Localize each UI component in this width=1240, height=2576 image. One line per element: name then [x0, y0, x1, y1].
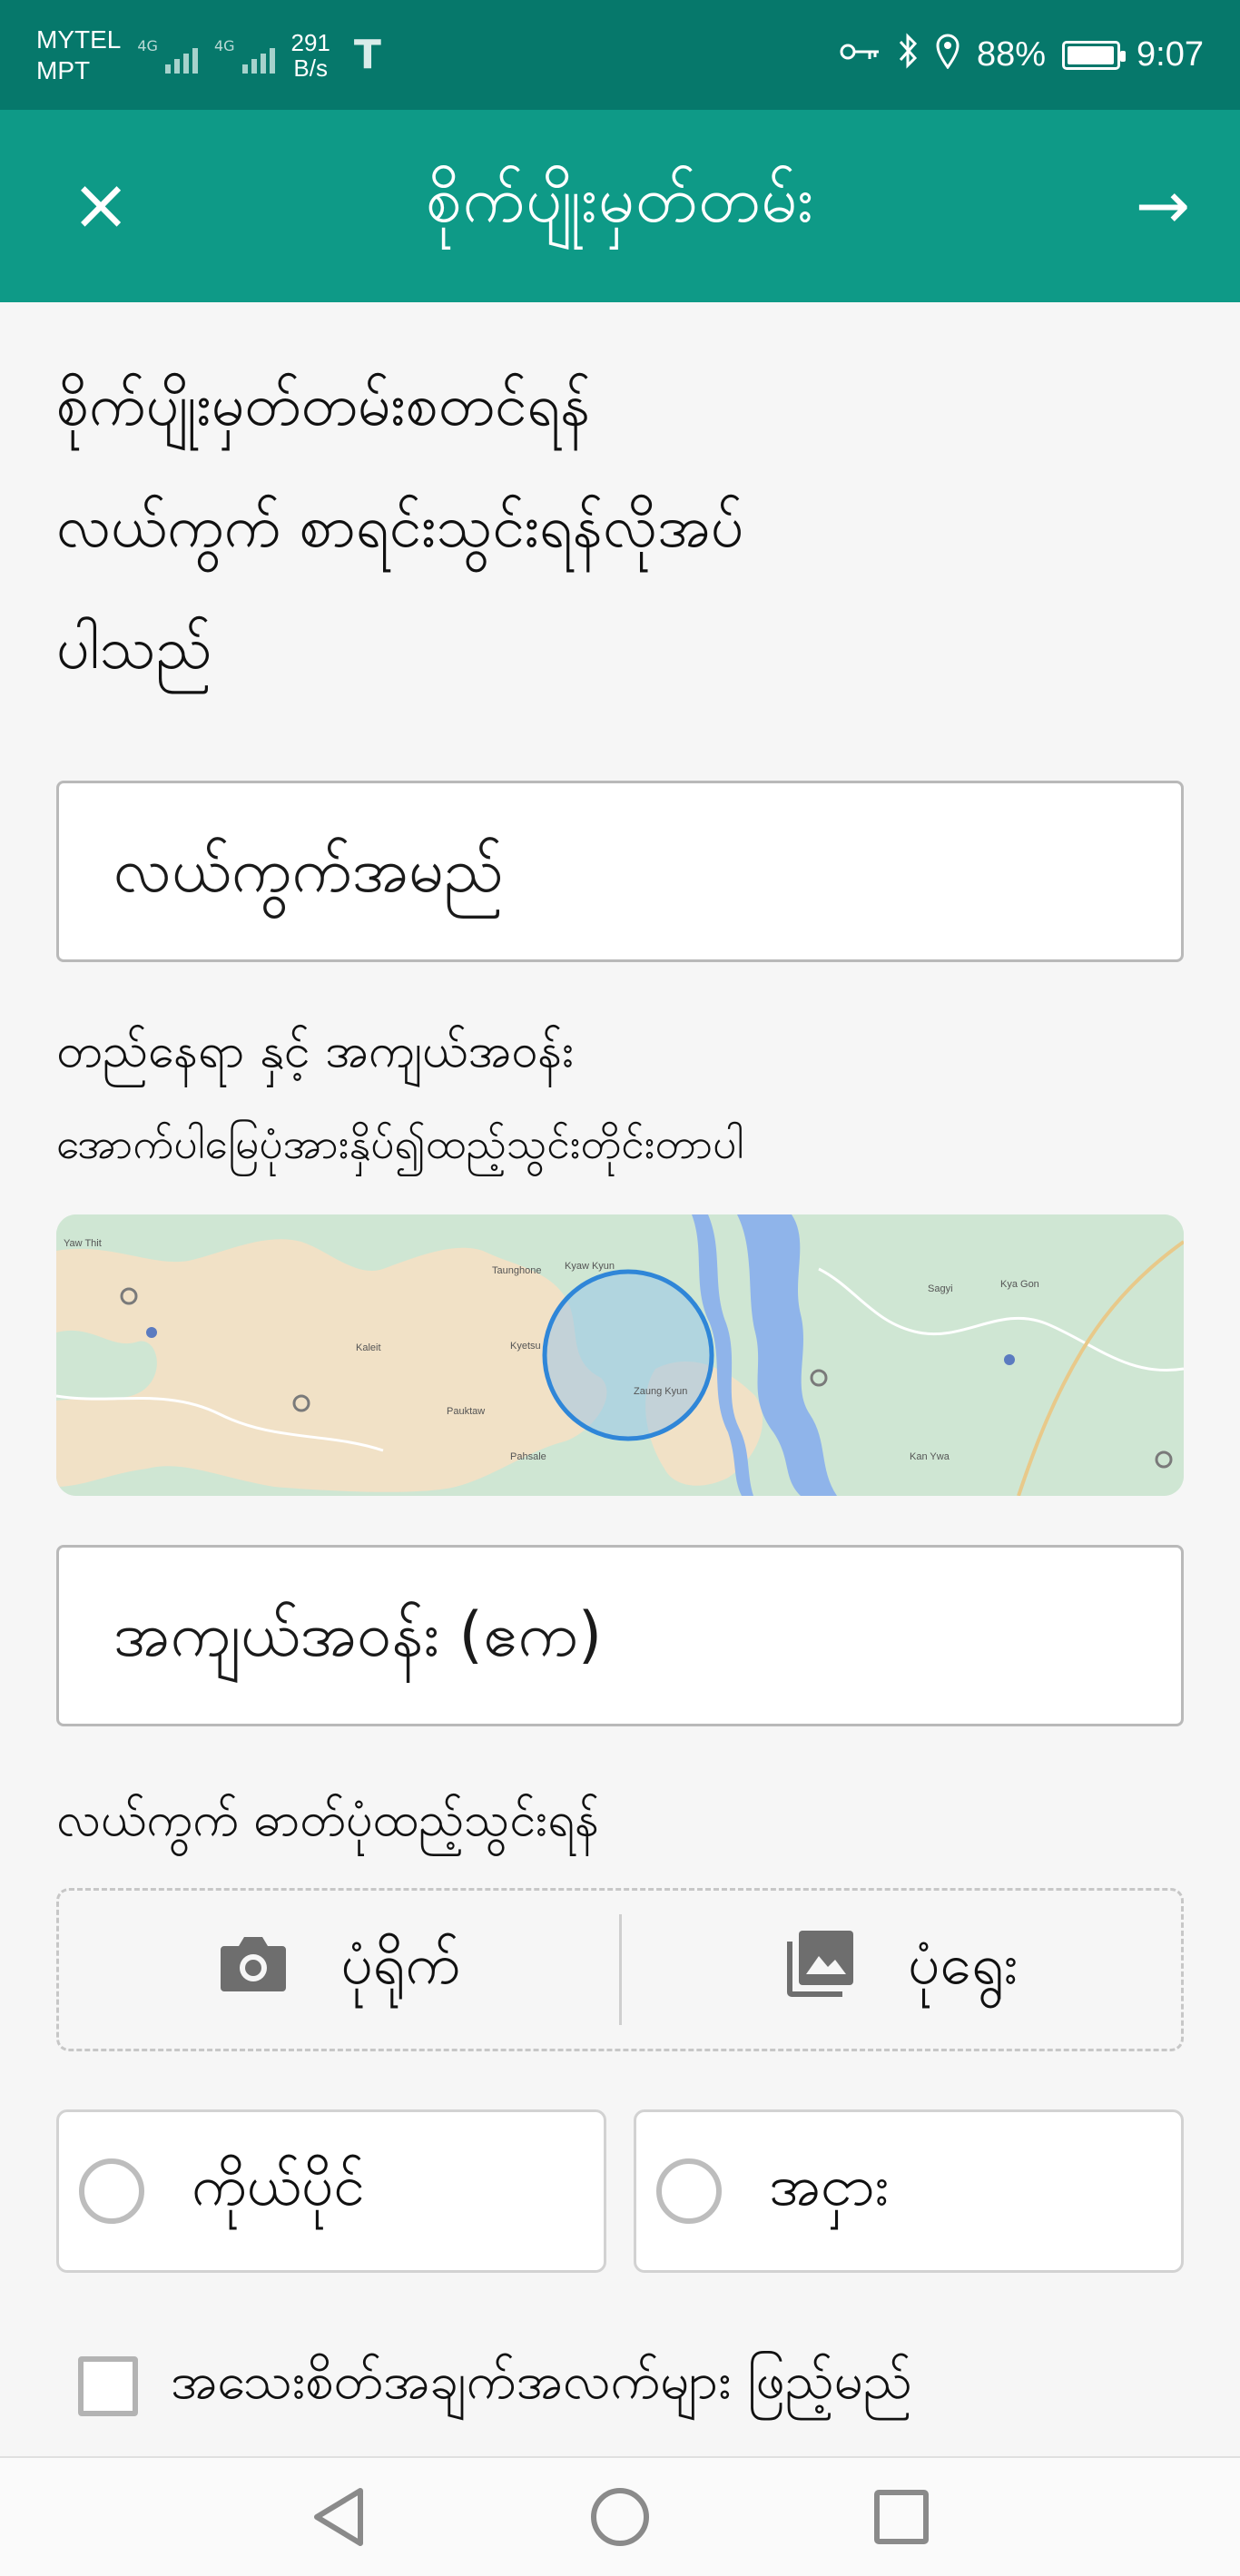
details-checkbox-label: အသေးစိတ်အချက်အလက်များ ဖြည့်မည် [171, 2352, 912, 2411]
photo-picker: ပုံရိုက် ပုံရွေး [56, 1888, 1184, 2051]
battery-icon [1062, 40, 1127, 70]
take-photo-label: ပုံရိုက် [340, 1930, 461, 1997]
network-type-1: 4G [137, 36, 158, 54]
back-button[interactable] [298, 2476, 379, 2558]
radio-circle-own[interactable] [79, 2158, 144, 2224]
map-label-7: Pahsale [510, 1451, 546, 1462]
map-label-4: Kaleit [356, 1342, 381, 1353]
radio-circle-rent[interactable] [656, 2158, 722, 2224]
network-type-2: 4G [213, 36, 235, 54]
radio-rent[interactable]: အငှား [634, 2109, 1184, 2273]
camera-icon [217, 1932, 290, 2009]
gallery-icon [784, 1927, 857, 2013]
location-icon [935, 33, 960, 77]
field-name-input[interactable]: လယ်ကွက်အမည် [56, 781, 1184, 962]
battery-fill [1068, 45, 1115, 64]
take-photo-button[interactable]: ပုံရိုက် [59, 1891, 619, 2049]
radio-own[interactable]: ကိုယ်ပိုင် [56, 2109, 606, 2273]
intro-text: စိုက်ပျိုးမှတ်တမ်းစတင်ရန် လယ်ကွက် စာရင်း… [56, 345, 1182, 710]
bluetooth-icon [897, 33, 919, 77]
details-checkbox-row[interactable]: အသေးစိတ်အချက်အလက်များ ဖြည့်မည် [78, 2349, 912, 2424]
battery-percent: 88% [976, 35, 1047, 74]
photo-label: လယ်ကွက် ဓာတ်ပုံထည့်သွင်းရန် [56, 1793, 600, 1847]
location-hint: အောက်ပါမြေပုံအားနှိပ်၍ထည့်သွင်းတိုင်းတာပ… [56, 1119, 744, 1168]
back-triangle-icon [314, 2488, 363, 2546]
map-label-1: Taunghone [492, 1265, 541, 1276]
area-placeholder: အကျယ်အဝန်း (ဧက) [113, 1599, 603, 1671]
radio-own-label: ကိုယ်ပိုင် [192, 2151, 365, 2218]
intro-line-1: စိုက်ပျိုးမှတ်တမ်းစတင်ရန် [56, 372, 591, 439]
signal-icon-2: 4G [214, 37, 275, 74]
recents-button[interactable] [861, 2476, 942, 2558]
map-label-9: Sagyi [928, 1283, 953, 1294]
choose-photo-button[interactable]: ပုံရွေး [622, 1891, 1182, 2049]
map-view[interactable]: Yaw Thit Taunghone Kyaw Kyun Kyetsu Kale… [56, 1214, 1184, 1496]
network-speed: 291 B/s [291, 30, 330, 81]
system-nav-bar [0, 2456, 1240, 2576]
key-icon [839, 37, 881, 73]
area-input[interactable]: အကျယ်အဝန်း (ဧက) [56, 1545, 1184, 1726]
map-label-10: Kya Gon [1000, 1279, 1039, 1290]
recents-square-icon [874, 2490, 929, 2544]
map-label-0: Yaw Thit [64, 1238, 102, 1249]
app-notification-icon: T [353, 32, 381, 78]
details-checkbox[interactable] [78, 2356, 138, 2416]
close-icon: × [71, 164, 131, 246]
signal-icon: 4G [137, 37, 198, 74]
app-bar: × စိုက်ပျိုးမှတ်တမ်း → [0, 110, 1240, 302]
map-label-5: Pauktaw [447, 1406, 485, 1417]
carriers: MYTEL MPT [36, 25, 121, 86]
radio-rent-label: အငှား [769, 2151, 890, 2218]
status-right: 88% 9:07 [839, 33, 1204, 77]
carrier-1: MYTEL [36, 25, 122, 54]
speed-unit: B/s [293, 54, 328, 82]
home-button[interactable] [579, 2476, 661, 2558]
page-title: စိုက်ပျိုးမှတ်တမ်း [426, 162, 814, 237]
field-name-placeholder: လယ်ကွက်အမည် [113, 835, 504, 907]
carrier-2: MPT [36, 55, 91, 84]
status-bar: MYTEL MPT 4G 4G 291 B/s T 88% 9:07 [0, 0, 1240, 110]
map-label-6: Zaung Kyun [634, 1386, 687, 1397]
arrow-right-icon: → [1135, 167, 1191, 243]
intro-line-2: လယ်ကွက် စာရင်းသွင်းရန်လိုအပ် [56, 494, 744, 561]
intro-line-3: ပါသည် [56, 615, 212, 683]
location-label: တည်နေရာ နှင့် အကျယ်အဝန်း [56, 1024, 575, 1078]
map-label-2: Kyaw Kyun [565, 1261, 615, 1272]
home-circle-icon [591, 2488, 649, 2546]
status-left: MYTEL MPT 4G 4G 291 B/s T [36, 25, 381, 86]
map-graphic: Yaw Thit Taunghone Kyaw Kyun Kyetsu Kale… [56, 1214, 1184, 1496]
speed-value: 291 [290, 28, 330, 56]
choose-photo-label: ပုံရွေး [907, 1930, 1019, 1997]
map-label-8: Kan Ywa [910, 1451, 950, 1462]
clock: 9:07 [1137, 35, 1204, 74]
map-label-3: Kyetsu [510, 1341, 541, 1352]
close-button[interactable]: × [60, 164, 142, 246]
next-button[interactable]: → [1122, 164, 1204, 246]
